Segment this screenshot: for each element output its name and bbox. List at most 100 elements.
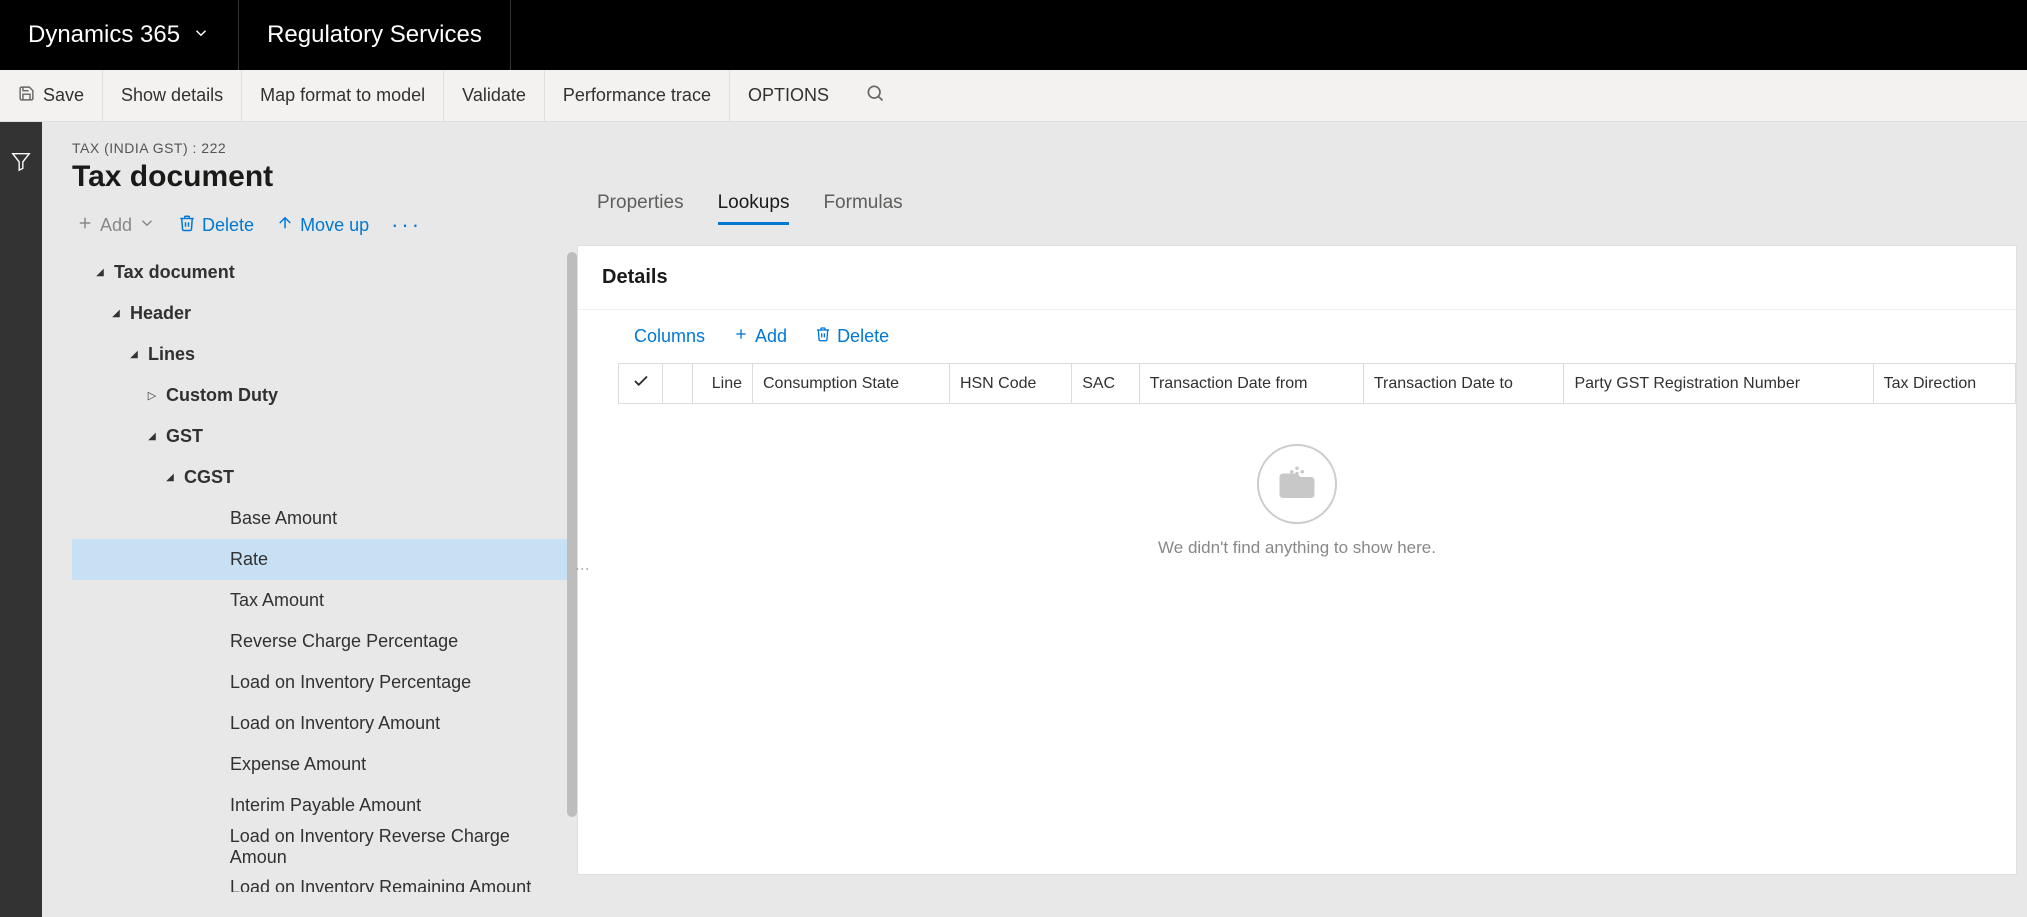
tree-node-expense-amount[interactable]: Expense Amount	[72, 744, 577, 785]
tree-delete-button[interactable]: Delete	[178, 214, 254, 237]
pane-resize-handle[interactable]: ⋮	[581, 562, 585, 576]
tree-scrollbar[interactable]	[567, 252, 577, 817]
brand-label: Dynamics 365	[28, 21, 180, 49]
tree-delete-label: Delete	[202, 215, 254, 236]
grid-header-col[interactable]: Transaction Date from	[1139, 364, 1363, 404]
grid-add-label: Add	[755, 326, 787, 347]
validate-label: Validate	[462, 85, 526, 106]
grid-header-spacer	[663, 364, 693, 404]
tree-node-load-inv-rev-charge[interactable]: Load on Inventory Reverse Charge Amoun	[72, 826, 577, 867]
save-button[interactable]: Save	[0, 70, 103, 121]
tree-add-button[interactable]: Add	[76, 214, 156, 237]
tree-scroll: ◢Tax document◢Header◢Lines▷Custom Duty◢G…	[72, 252, 577, 892]
perf-trace-button[interactable]: Performance trace	[545, 70, 730, 121]
tree-node-label: Rate	[230, 549, 268, 570]
tree-moveup-button[interactable]: Move up	[276, 214, 369, 237]
grid-add-button[interactable]: Add	[733, 326, 787, 347]
tree-node-label: Tax Amount	[230, 590, 324, 611]
page-title: Tax document	[72, 160, 577, 194]
grid-header-col[interactable]: Tax Direction	[1873, 364, 2015, 404]
tree-node-base-amount[interactable]: Base Amount	[72, 498, 577, 539]
arrow-up-icon	[276, 214, 294, 237]
tree-node-label: Interim Payable Amount	[230, 795, 421, 816]
detail-tabs: Properties Lookups Formulas	[577, 192, 2017, 225]
empty-state: We didn't find anything to show here.	[578, 404, 2016, 558]
search-icon	[865, 83, 885, 108]
grid-header-col[interactable]: Consumption State	[753, 364, 950, 404]
tree-node-load-inv-remaining[interactable]: Load on Inventory Remaining Amount	[72, 867, 577, 892]
tree-node-load-inv-amt[interactable]: Load on Inventory Amount	[72, 703, 577, 744]
tree-node-label: CGST	[184, 467, 234, 488]
tree-node-label: Load on Inventory Percentage	[230, 672, 471, 693]
tree-moveup-label: Move up	[300, 215, 369, 236]
action-toolbar: Save Show details Map format to model Va…	[0, 70, 2027, 122]
grid-delete-button[interactable]: Delete	[815, 326, 889, 347]
tree-more-button[interactable]: ···	[391, 212, 422, 238]
details-card: Details Columns Add Delete	[577, 245, 2017, 875]
tree-actions: Add Delete Move up ···	[72, 212, 577, 238]
empty-message: We didn't find anything to show here.	[578, 538, 2016, 558]
content-area: TAX (INDIA GST) : 222 Tax document Add	[42, 122, 2027, 917]
plus-icon	[76, 214, 94, 237]
tree-node-cgst[interactable]: ◢CGST	[72, 457, 577, 498]
validate-button[interactable]: Validate	[444, 70, 545, 121]
workspace: TAX (INDIA GST) : 222 Tax document Add	[0, 122, 2027, 917]
tree-node-tax-amount[interactable]: Tax Amount	[72, 580, 577, 621]
tree-node-interim-payable[interactable]: Interim Payable Amount	[72, 785, 577, 826]
details-grid: LineConsumption StateHSN CodeSACTransact…	[618, 363, 2016, 404]
search-button[interactable]	[847, 70, 903, 121]
trash-icon	[815, 326, 831, 347]
tree-node-tax-document[interactable]: ◢Tax document	[72, 252, 577, 293]
options-button[interactable]: OPTIONS	[730, 70, 847, 121]
tree-node-label: Tax document	[114, 262, 235, 283]
grid-header-col[interactable]: SAC	[1072, 364, 1140, 404]
grid-header-col[interactable]: Transaction Date to	[1363, 364, 1564, 404]
app-title[interactable]: Regulatory Services	[239, 0, 511, 70]
show-details-label: Show details	[121, 85, 223, 106]
map-format-button[interactable]: Map format to model	[242, 70, 444, 121]
map-format-label: Map format to model	[260, 85, 425, 106]
caret-right-icon[interactable]: ▷	[138, 389, 166, 402]
caret-down-icon[interactable]: ◢	[156, 472, 184, 483]
tab-properties[interactable]: Properties	[597, 192, 684, 225]
tree-node-label: Load on Inventory Reverse Charge Amoun	[230, 826, 567, 868]
perf-trace-label: Performance trace	[563, 85, 711, 106]
tree-node-lines[interactable]: ◢Lines	[72, 334, 577, 375]
options-label: OPTIONS	[748, 85, 829, 106]
caret-down-icon[interactable]: ◢	[102, 308, 130, 319]
tree-add-label: Add	[100, 215, 132, 236]
caret-down-icon[interactable]: ◢	[86, 267, 114, 278]
grid-header-select[interactable]	[619, 364, 663, 404]
tree-node-gst[interactable]: ◢GST	[72, 416, 577, 457]
top-navigation: Dynamics 365 Regulatory Services	[0, 0, 2027, 70]
tree-node-label: Custom Duty	[166, 385, 278, 406]
save-icon	[18, 85, 35, 107]
tree-node-rate[interactable]: Rate	[72, 539, 577, 580]
caret-down-icon[interactable]: ◢	[120, 349, 148, 360]
grid-header-col[interactable]: HSN Code	[949, 364, 1071, 404]
breadcrumb: TAX (INDIA GST) : 222	[72, 140, 577, 156]
tree-node-reverse-charge-pct[interactable]: Reverse Charge Percentage	[72, 621, 577, 662]
check-icon	[632, 377, 650, 394]
tree-node-label: GST	[166, 426, 203, 447]
grid-columns-button[interactable]: Columns	[634, 326, 705, 347]
caret-down-icon[interactable]: ◢	[138, 431, 166, 442]
tree-node-label: Reverse Charge Percentage	[230, 631, 458, 652]
show-details-button[interactable]: Show details	[103, 70, 242, 121]
detail-area: Properties Lookups Formulas Details Colu…	[577, 122, 2027, 917]
left-rail	[0, 122, 42, 917]
tree-node-header[interactable]: ◢Header	[72, 293, 577, 334]
tree-node-load-inv-pct[interactable]: Load on Inventory Percentage	[72, 662, 577, 703]
grid-header-row: LineConsumption StateHSN CodeSACTransact…	[619, 364, 2016, 404]
brand-switcher[interactable]: Dynamics 365	[0, 0, 239, 70]
tree-node-label: Header	[130, 303, 191, 324]
chevron-down-icon	[138, 214, 156, 237]
filter-button[interactable]	[10, 150, 32, 177]
grid-header-col[interactable]: Line	[693, 364, 753, 404]
grid-header-col[interactable]: Party GST Registration Number	[1564, 364, 1873, 404]
tab-lookups[interactable]: Lookups	[718, 192, 790, 225]
tree-node-label: Load on Inventory Remaining Amount	[230, 877, 531, 892]
tree: ◢Tax document◢Header◢Lines▷Custom Duty◢G…	[72, 252, 577, 892]
tree-node-custom-duty[interactable]: ▷Custom Duty	[72, 375, 577, 416]
tab-formulas[interactable]: Formulas	[823, 192, 902, 225]
